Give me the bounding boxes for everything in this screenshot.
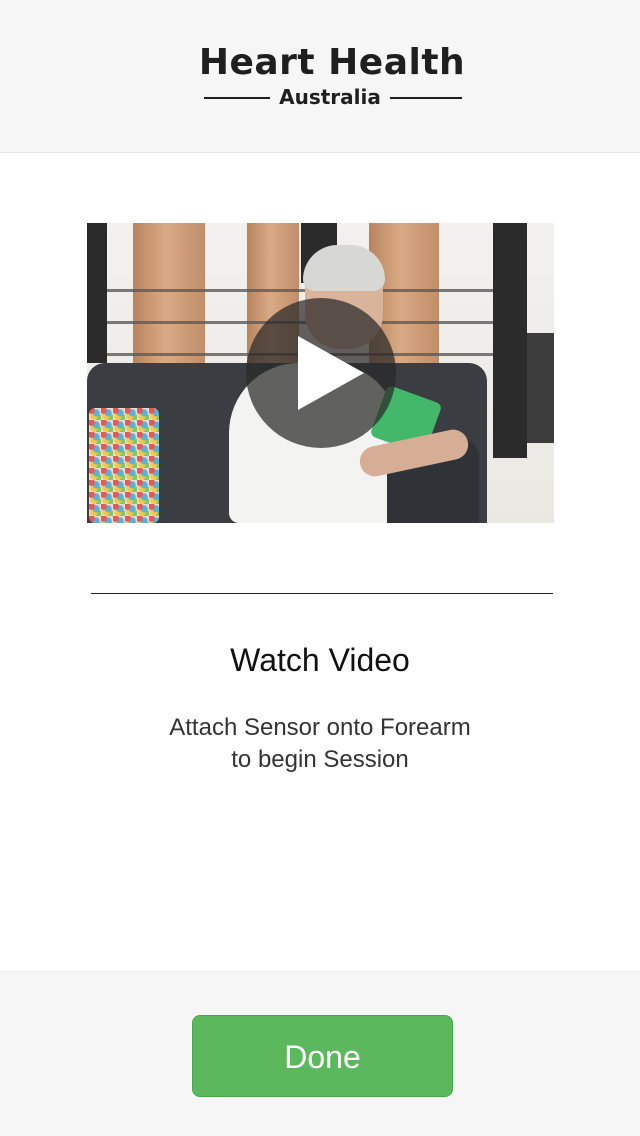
window-frame-right xyxy=(493,223,527,458)
play-icon xyxy=(298,336,364,410)
page-title: Watch Video xyxy=(230,642,410,678)
window-frame-left xyxy=(87,223,107,363)
logo-rule-left xyxy=(204,97,270,99)
window-frame-side xyxy=(527,333,554,443)
logo-rule-right xyxy=(390,97,462,99)
screen: Heart Health Australia Watch Video Attac… xyxy=(0,0,640,1136)
heart-health-australia-logo: Heart Health Australia xyxy=(196,44,468,114)
section-divider xyxy=(91,593,553,594)
logo-subtitle-row: Australia xyxy=(196,84,468,110)
footer-bar: Done xyxy=(0,971,640,1136)
instruction-line-1: Attach Sensor onto Forearm xyxy=(169,714,471,741)
play-button[interactable] xyxy=(246,298,396,448)
video-thumbnail[interactable] xyxy=(87,223,554,523)
done-button[interactable]: Done xyxy=(192,1015,453,1097)
patterned-cushion xyxy=(89,408,159,523)
header-bar: Heart Health Australia xyxy=(0,0,640,153)
instruction-text: Attach Sensor onto Forearm to begin Sess… xyxy=(0,712,640,776)
instruction-line-2: to begin Session xyxy=(231,746,409,773)
window-rail xyxy=(107,289,493,292)
wood-slat xyxy=(133,223,205,363)
logo-subtitle: Australia xyxy=(279,85,381,109)
logo-title: Heart Health xyxy=(198,42,466,83)
